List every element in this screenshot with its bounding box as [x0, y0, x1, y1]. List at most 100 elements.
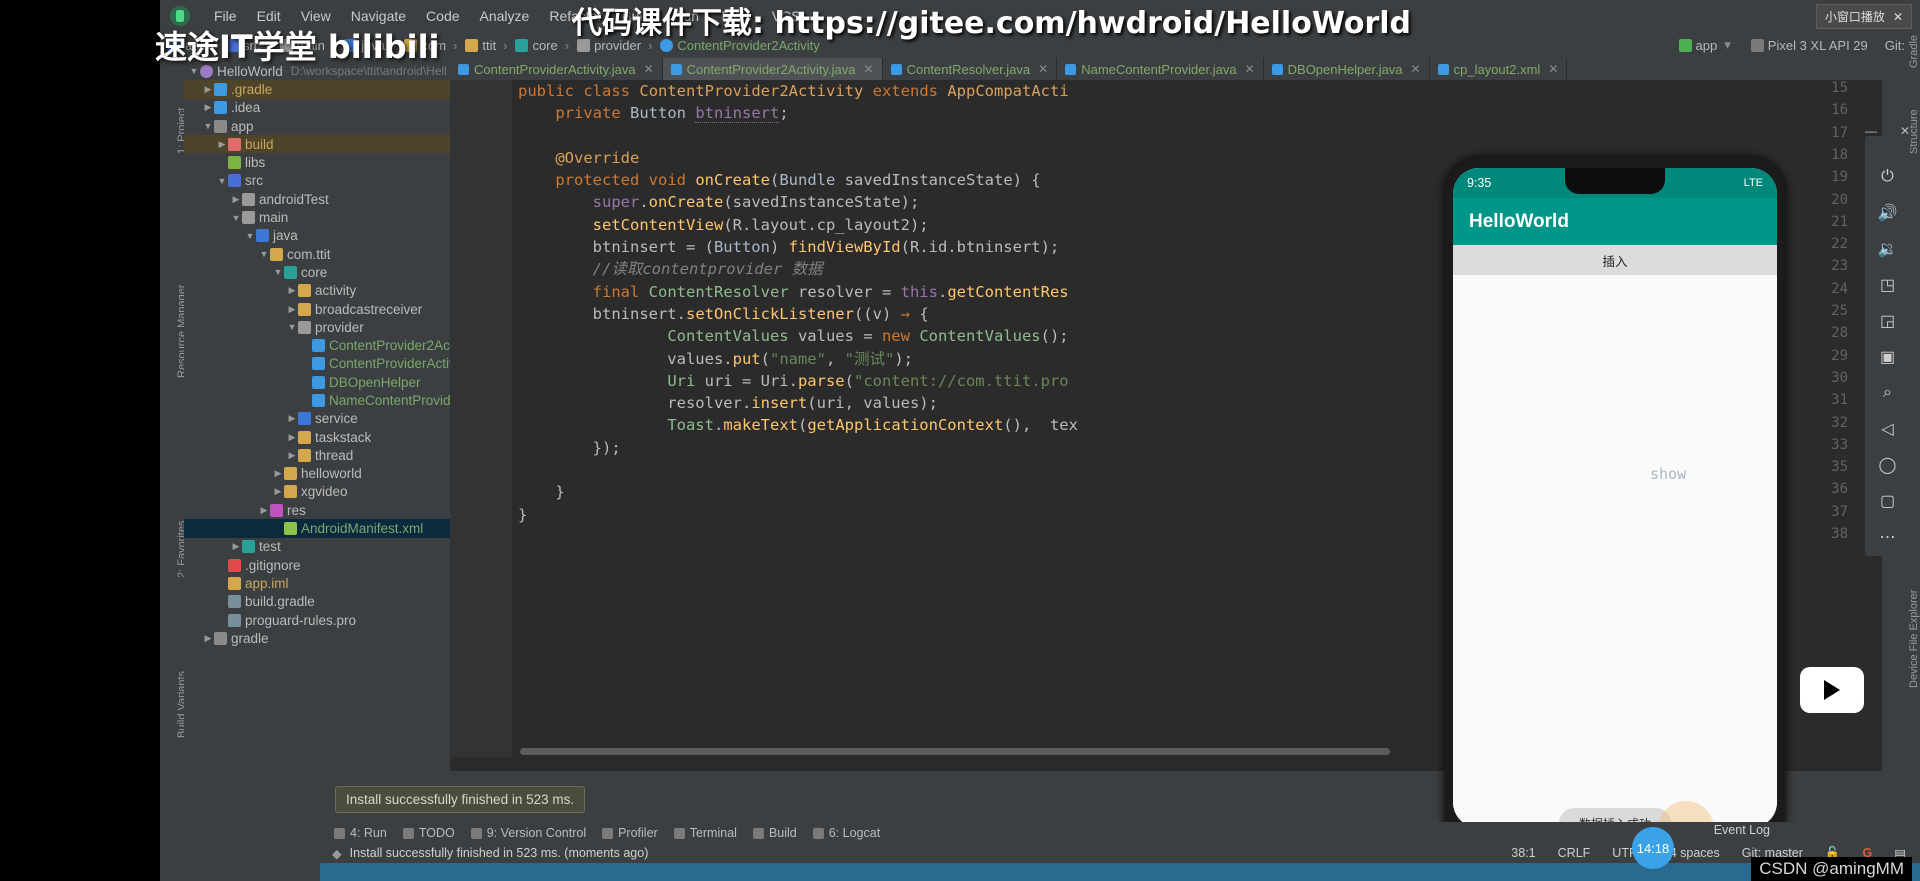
- bottom-tab[interactable]: 6: Logcat: [812, 826, 880, 840]
- editor-tab[interactable]: ContentResolver.java ✕: [883, 58, 1058, 80]
- event-log-label[interactable]: Event Log: [1714, 823, 1770, 837]
- run-config-selector[interactable]: app ▾: [1678, 37, 1734, 53]
- tree-node[interactable]: ▶ service: [184, 410, 450, 428]
- sidebar-tab-gradle[interactable]: Gradle: [1908, 35, 1920, 68]
- tree-node[interactable]: ▶ xgvideo: [184, 483, 450, 501]
- editor-tab[interactable]: cp_layout2.xml ✕: [1430, 58, 1568, 80]
- tree-node[interactable]: .gitignore: [184, 556, 450, 574]
- menu-item-analyze[interactable]: Analyze: [470, 4, 540, 28]
- more-icon[interactable]: ⋯: [1877, 526, 1899, 548]
- tree-node[interactable]: proguard-rules.pro: [184, 611, 450, 629]
- tree-node[interactable]: ▶ activity: [184, 282, 450, 300]
- editor-tab[interactable]: ContentProviderActivity.java ✕: [450, 58, 663, 80]
- tree-node[interactable]: ContentProviderActiv: [184, 355, 450, 373]
- zoom-icon[interactable]: ⌕: [1877, 382, 1899, 404]
- power-icon[interactable]: ⏻: [1877, 166, 1899, 188]
- tree-node[interactable]: ▼ src: [184, 172, 450, 190]
- bottom-tab[interactable]: TODO: [402, 826, 455, 840]
- rotate-left-icon[interactable]: ◳: [1877, 274, 1899, 296]
- tree-node[interactable]: ▶ thread: [184, 446, 450, 464]
- disclosure-triangle-icon[interactable]: ▶: [216, 139, 228, 150]
- editor-tab[interactable]: NameContentProvider.java ✕: [1057, 58, 1264, 80]
- disclosure-triangle-icon[interactable]: ▶: [286, 304, 298, 315]
- tree-node[interactable]: ▼ main: [184, 208, 450, 226]
- tree-node[interactable]: libs: [184, 153, 450, 171]
- tree-node[interactable]: ▶ .idea: [184, 99, 450, 117]
- horizontal-scrollbar[interactable]: [520, 748, 1390, 755]
- disclosure-triangle-icon[interactable]: ▼: [230, 213, 242, 223]
- tree-node[interactable]: ▶ taskstack: [184, 428, 450, 446]
- disclosure-triangle-icon[interactable]: ▼: [216, 176, 228, 186]
- close-icon[interactable]: ✕: [1411, 62, 1421, 76]
- close-icon[interactable]: ✕: [1893, 10, 1903, 24]
- volume-down-icon[interactable]: 🔉: [1877, 238, 1899, 260]
- disclosure-triangle-icon[interactable]: ▶: [286, 285, 298, 296]
- disclosure-triangle-icon[interactable]: ▶: [202, 102, 214, 113]
- editor-tab[interactable]: ContentProvider2Activity.java ✕: [662, 58, 883, 80]
- close-icon[interactable]: ✕: [864, 62, 874, 76]
- overview-icon[interactable]: ▢: [1877, 490, 1899, 512]
- emulator-screen[interactable]: 9:35 LTE HelloWorld 插入 数据插入成功 ◀: [1453, 168, 1777, 828]
- bottom-tab[interactable]: 9: Version Control: [470, 826, 586, 840]
- disclosure-triangle-icon[interactable]: ▶: [230, 194, 242, 205]
- disclosure-triangle-icon[interactable]: ▶: [272, 468, 284, 479]
- tree-node[interactable]: AndroidManifest.xml: [184, 519, 450, 538]
- tree-node[interactable]: ContentProvider2Act: [184, 336, 450, 354]
- breadcrumb-item-ttit[interactable]: ttit ›: [465, 38, 510, 53]
- bottom-tab[interactable]: Terminal: [673, 826, 737, 840]
- tree-node[interactable]: ▶ res: [184, 501, 450, 519]
- tree-node[interactable]: DBOpenHelper: [184, 373, 450, 391]
- play-button-overlay-icon[interactable]: [1800, 667, 1864, 713]
- tree-node[interactable]: ▼ app: [184, 117, 450, 135]
- disclosure-triangle-icon[interactable]: ▶: [272, 486, 284, 497]
- breadcrumb-item-core[interactable]: core ›: [515, 38, 572, 53]
- tree-node[interactable]: app.iml: [184, 574, 450, 592]
- close-icon[interactable]: ✕: [644, 62, 654, 76]
- volume-up-icon[interactable]: 🔊: [1877, 202, 1899, 224]
- tree-node[interactable]: build.gradle: [184, 593, 450, 611]
- bottom-tab[interactable]: Profiler: [602, 826, 658, 840]
- rotate-right-icon[interactable]: ◲: [1877, 310, 1899, 332]
- tree-node[interactable]: ▶ .gradle: [184, 80, 450, 99]
- tree-node[interactable]: ▼ provider: [184, 318, 450, 336]
- tree-node[interactable]: ▼ core: [184, 263, 450, 281]
- indent-setting[interactable]: 4 spaces: [1670, 846, 1720, 860]
- close-icon[interactable]: ✕: [1548, 62, 1558, 76]
- disclosure-triangle-icon[interactable]: ▶: [202, 84, 214, 95]
- insert-button[interactable]: 插入: [1453, 245, 1777, 275]
- disclosure-triangle-icon[interactable]: ▶: [286, 450, 298, 461]
- disclosure-triangle-icon[interactable]: ▼: [272, 267, 284, 277]
- back-icon[interactable]: ◁: [1877, 418, 1899, 440]
- device-selector[interactable]: Pixel 3 XL API 29: [1750, 38, 1868, 53]
- disclosure-triangle-icon[interactable]: ▼: [258, 249, 270, 259]
- node-type-icon: [228, 156, 241, 170]
- editor-tab[interactable]: DBOpenHelper.java ✕: [1264, 58, 1430, 80]
- bottom-tab[interactable]: 4: Run: [334, 826, 387, 840]
- sidebar-tab-device-file-explorer[interactable]: Device File Explorer: [1908, 590, 1920, 688]
- line-separator[interactable]: CRLF: [1558, 846, 1591, 860]
- disclosure-triangle-icon[interactable]: ▶: [286, 413, 298, 424]
- disclosure-triangle-icon[interactable]: ▶: [230, 541, 242, 552]
- small-window-playback-control[interactable]: 小窗口播放 ✕: [1815, 4, 1912, 29]
- tree-node[interactable]: ▶ build: [184, 135, 450, 154]
- tree-node[interactable]: ▶ helloworld: [184, 465, 450, 483]
- disclosure-triangle-icon[interactable]: ▼: [286, 322, 298, 332]
- bottom-tab[interactable]: Build: [752, 826, 797, 840]
- tree-node[interactable]: ▶ gradle: [184, 629, 450, 647]
- tree-node[interactable]: ▼ java: [184, 227, 450, 245]
- tree-node[interactable]: NameContentProvid: [184, 391, 450, 409]
- close-icon[interactable]: ✕: [1245, 62, 1255, 76]
- caret-position[interactable]: 38:1: [1511, 846, 1535, 860]
- camera-icon[interactable]: ▣: [1877, 346, 1899, 368]
- disclosure-triangle-icon[interactable]: ▶: [286, 432, 298, 443]
- disclosure-triangle-icon[interactable]: ▶: [202, 633, 214, 644]
- tree-node[interactable]: ▶ broadcastreceiver: [184, 300, 450, 318]
- home-icon[interactable]: ◯: [1877, 454, 1899, 476]
- disclosure-triangle-icon[interactable]: ▼: [244, 231, 256, 241]
- tree-node[interactable]: ▶ androidTest: [184, 190, 450, 208]
- tree-node[interactable]: ▶ test: [184, 538, 450, 556]
- disclosure-triangle-icon[interactable]: ▼: [202, 121, 214, 131]
- close-icon[interactable]: ✕: [1038, 62, 1048, 76]
- tree-node[interactable]: ▼ com.ttit: [184, 245, 450, 263]
- disclosure-triangle-icon[interactable]: ▶: [258, 505, 270, 516]
